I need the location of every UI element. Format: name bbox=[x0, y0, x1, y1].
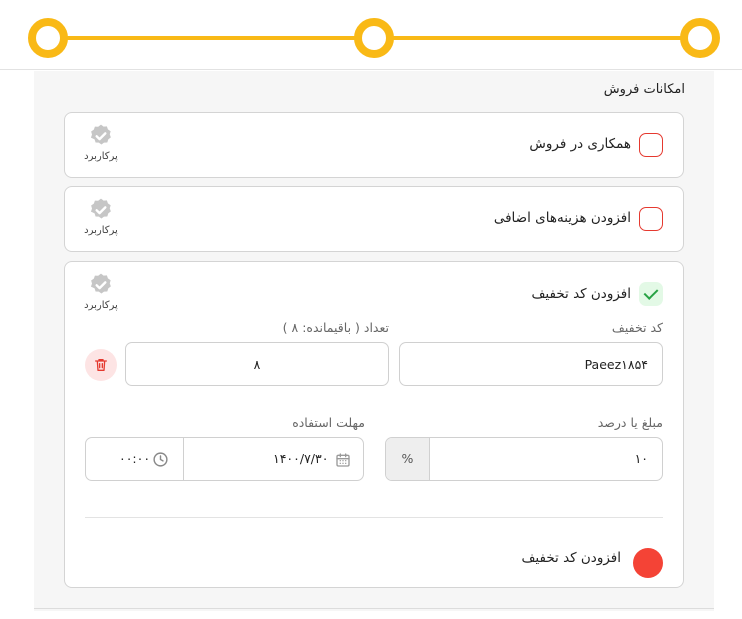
date-field[interactable]: ۱۴۰۰/۷/۳۰ bbox=[185, 438, 363, 480]
popular-badge-text: پرکاربرد bbox=[84, 300, 118, 311]
calendar-icon bbox=[336, 453, 350, 467]
time-value: ۰۰:۰۰ bbox=[119, 451, 151, 466]
popular-badge: پرکاربرد bbox=[71, 197, 131, 236]
option-card-affiliate: همکاری در فروش پرکاربرد bbox=[64, 112, 684, 178]
verified-badge-icon bbox=[90, 198, 111, 219]
time-field[interactable]: ۰۰:۰۰ bbox=[86, 438, 184, 480]
amount-value: ۱۰ bbox=[634, 451, 648, 466]
clock-icon bbox=[153, 452, 168, 467]
verified-badge-icon bbox=[90, 124, 111, 145]
step-3-dot[interactable] bbox=[680, 18, 720, 58]
delete-discount-button[interactable] bbox=[85, 349, 117, 381]
verified-badge-icon bbox=[90, 273, 111, 294]
bottom-divider bbox=[34, 608, 714, 609]
trash-icon bbox=[95, 359, 107, 371]
popular-badge: پرکاربرد bbox=[71, 272, 131, 311]
extra-costs-label: افزودن هزینه‌های اضافی bbox=[493, 210, 631, 226]
discount-divider bbox=[85, 517, 663, 518]
discount-checkbox[interactable] bbox=[639, 282, 663, 306]
extra-costs-checkbox[interactable] bbox=[639, 207, 663, 231]
percent-toggle[interactable]: % bbox=[386, 438, 430, 480]
discount-count-input[interactable] bbox=[125, 342, 389, 386]
option-card-extra-costs: افزودن هزینه‌های اضافی پرکاربرد bbox=[64, 186, 684, 252]
popular-badge-text: پرکاربرد bbox=[84, 225, 118, 236]
stepper-line bbox=[374, 36, 700, 40]
deadline-input-group[interactable]: ۰۰:۰۰ ۱۴۰۰/۷/۳۰ bbox=[85, 437, 364, 481]
deadline-label: مهلت استفاده bbox=[292, 415, 365, 430]
amount-label: مبلغ یا درصد bbox=[597, 415, 663, 430]
discount-count-label: تعداد ( باقیمانده: ۸ ) bbox=[282, 320, 389, 335]
add-discount-button[interactable] bbox=[633, 548, 663, 578]
section-title: امکانات فروش bbox=[603, 82, 685, 97]
progress-stepper bbox=[0, 0, 742, 70]
affiliate-label: همکاری در فروش bbox=[529, 136, 631, 152]
discount-option-label: افزودن کد تخفیف bbox=[531, 286, 631, 302]
popular-badge-text: پرکاربرد bbox=[84, 151, 118, 162]
popular-badge: پرکاربرد bbox=[71, 123, 131, 162]
stepper-line bbox=[48, 36, 374, 40]
option-card-discount: افزودن کد تخفیف پرکاربرد کد تخفیف تعداد … bbox=[64, 261, 684, 588]
discount-code-label: کد تخفیف bbox=[611, 320, 663, 335]
date-value: ۱۴۰۰/۷/۳۰ bbox=[273, 451, 329, 466]
add-discount-label[interactable]: افزودن کد تخفیف bbox=[521, 550, 621, 566]
amount-input-group[interactable]: % ۱۰ bbox=[385, 437, 663, 481]
step-2-dot[interactable] bbox=[354, 18, 394, 58]
step-1-dot[interactable] bbox=[28, 18, 68, 58]
discount-code-input[interactable] bbox=[399, 342, 663, 386]
affiliate-checkbox[interactable] bbox=[639, 133, 663, 157]
